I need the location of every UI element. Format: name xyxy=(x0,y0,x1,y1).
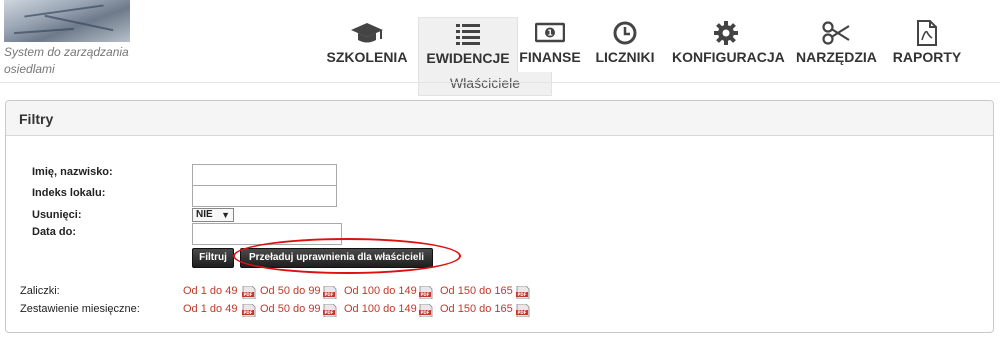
deleted-select-value: NIE xyxy=(196,209,213,220)
date-label: Data do: xyxy=(32,226,76,238)
dropdown-arrow-icon: ▼ xyxy=(221,210,230,220)
nav-item-szkolenia[interactable]: SZKOLENIA xyxy=(324,17,410,73)
pdf-icon[interactable]: PDF xyxy=(242,303,256,318)
graduation-cap-icon xyxy=(324,20,410,46)
svg-text:PDF: PDF xyxy=(421,310,430,315)
pdf-icon[interactable]: PDF xyxy=(323,285,337,300)
nav-item-konfiguracja[interactable]: KONFIGURACJA xyxy=(672,17,785,73)
logo xyxy=(4,0,130,42)
nav-item-ewidencje[interactable]: EWIDENCJE xyxy=(418,17,518,73)
nav-item-label: KONFIGURACJA xyxy=(672,49,785,65)
reload-permissions-button[interactable]: Przeładuj uprawnienia dla właścicieli xyxy=(240,248,433,268)
report-link[interactable]: Od 50 do 99 xyxy=(260,285,321,297)
list-icon xyxy=(419,21,517,47)
report-link[interactable]: Od 1 do 49 xyxy=(183,285,237,297)
nav-item-finanse[interactable]: 1 FINANSE xyxy=(519,17,581,73)
nav-item-liczniki[interactable]: LICZNIKI xyxy=(594,17,656,73)
svg-text:1: 1 xyxy=(547,29,553,38)
nav-item-label: FINANSE xyxy=(519,49,581,65)
pdf-icon[interactable]: PDF xyxy=(419,303,433,318)
advances-label: Zaliczki: xyxy=(20,285,60,297)
svg-text:PDF: PDF xyxy=(518,310,527,315)
panel-header xyxy=(6,101,993,136)
submenu-item-label: Właściciele xyxy=(449,75,520,91)
nav-item-raporty[interactable]: RAPORTY xyxy=(892,17,962,73)
index-input[interactable] xyxy=(192,185,337,207)
svg-text:PDF: PDF xyxy=(244,292,253,297)
pdf-icon[interactable]: PDF xyxy=(516,303,530,318)
report-link[interactable]: Od 100 do 149 xyxy=(344,285,417,297)
svg-text:PDF: PDF xyxy=(325,292,334,297)
monthly-summary-label: Zestawienie miesięczne: xyxy=(20,303,140,315)
money-icon: 1 xyxy=(519,20,581,46)
gear-icon xyxy=(672,20,780,46)
date-input[interactable] xyxy=(192,223,342,245)
nav-item-narzedzia[interactable]: NARZĘDZIA xyxy=(796,17,877,73)
panel-title: Filtry xyxy=(19,111,54,127)
filter-button[interactable]: Filtruj xyxy=(192,248,234,268)
name-label: Imię, nazwisko: xyxy=(32,166,113,178)
pdf-icon[interactable]: PDF xyxy=(242,285,256,300)
deleted-label: Usunięci: xyxy=(32,209,82,221)
clock-icon xyxy=(594,20,656,46)
submenu-item-wlasciciele[interactable]: Właściciele xyxy=(418,72,552,96)
report-link[interactable]: Od 100 do 149 xyxy=(344,303,417,315)
nav-item-label: RAPORTY xyxy=(892,49,962,65)
nav-item-label: SZKOLENIA xyxy=(326,49,408,65)
nav-item-label: NARZĘDZIA xyxy=(796,49,877,65)
scissors-icon xyxy=(796,20,876,46)
header-divider xyxy=(0,82,1000,83)
pdf-icon[interactable]: PDF xyxy=(323,303,337,318)
pdf-document-icon xyxy=(892,20,962,46)
svg-text:PDF: PDF xyxy=(244,310,253,315)
pdf-icon[interactable]: PDF xyxy=(516,285,530,300)
filter-panel: Filtry xyxy=(5,100,994,333)
report-link[interactable]: Od 150 do 165 xyxy=(440,303,513,315)
svg-text:PDF: PDF xyxy=(325,310,334,315)
report-link[interactable]: Od 50 do 99 xyxy=(260,303,321,315)
svg-text:PDF: PDF xyxy=(518,292,527,297)
svg-text:PDF: PDF xyxy=(421,292,430,297)
nav-item-label: EWIDENCJE xyxy=(426,50,510,66)
deleted-select[interactable]: NIE ▼ xyxy=(192,208,234,222)
pdf-icon[interactable]: PDF xyxy=(419,285,433,300)
name-input[interactable] xyxy=(192,164,337,186)
index-label: Indeks lokalu: xyxy=(32,187,106,199)
report-link[interactable]: Od 1 do 49 xyxy=(183,303,237,315)
nav-item-label: LICZNIKI xyxy=(595,49,655,65)
app-subtitle: System do zarządzania osiedlami xyxy=(4,45,129,76)
report-link[interactable]: Od 150 do 165 xyxy=(440,285,513,297)
